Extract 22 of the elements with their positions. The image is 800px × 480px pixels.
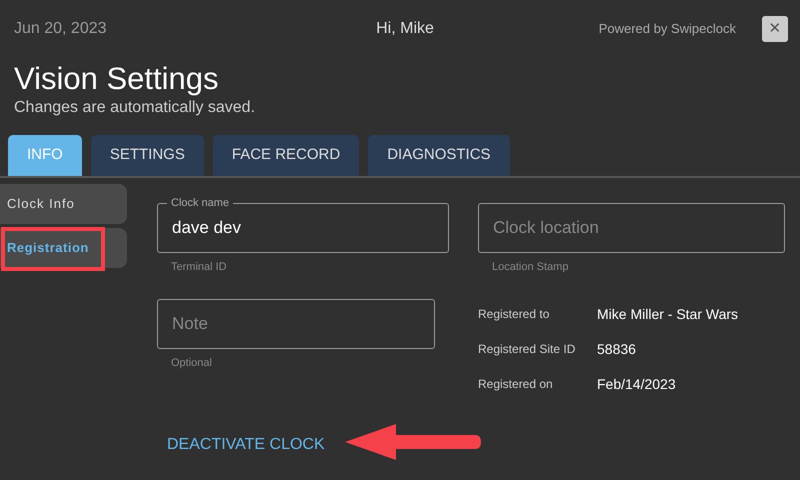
helper-text: Optional [171, 356, 213, 372]
deactivate-link[interactable]: DEACTIVATE CLOCK [167, 433, 325, 458]
info-value: Mike Miller - Star Wars [597, 304, 740, 324]
info-label: Registered Site ID [478, 341, 576, 358]
close-button[interactable]: ✕ [762, 16, 788, 42]
page-title: Vision Settings [14, 62, 220, 96]
powered-by-text: Powered by Swipeclock [598, 20, 736, 38]
tab[interactable]: SETTINGS [90, 135, 204, 176]
input-field[interactable]: Note [157, 299, 435, 350]
info-value: 58836 [597, 340, 637, 359]
info-label: Registered on [478, 376, 554, 394]
greeting-text: Hi, Mike [375, 19, 435, 39]
tab[interactable]: DIAGNOSTICS [368, 135, 510, 176]
input-field[interactable]: Clock location [478, 203, 785, 254]
helper-text: Location Stamp [492, 260, 570, 276]
helper-text: Terminal ID [171, 260, 228, 276]
info-value: Feb/14/2023 [597, 374, 677, 394]
sidebar-item[interactable]: Clock Info [0, 184, 127, 224]
tab[interactable]: FACE RECORD [212, 135, 360, 176]
subtitle-text: Changes are automatically saved. [14, 98, 256, 118]
date-text: Jun 20, 2023 [14, 19, 108, 39]
info-label: Registered to [478, 306, 550, 324]
